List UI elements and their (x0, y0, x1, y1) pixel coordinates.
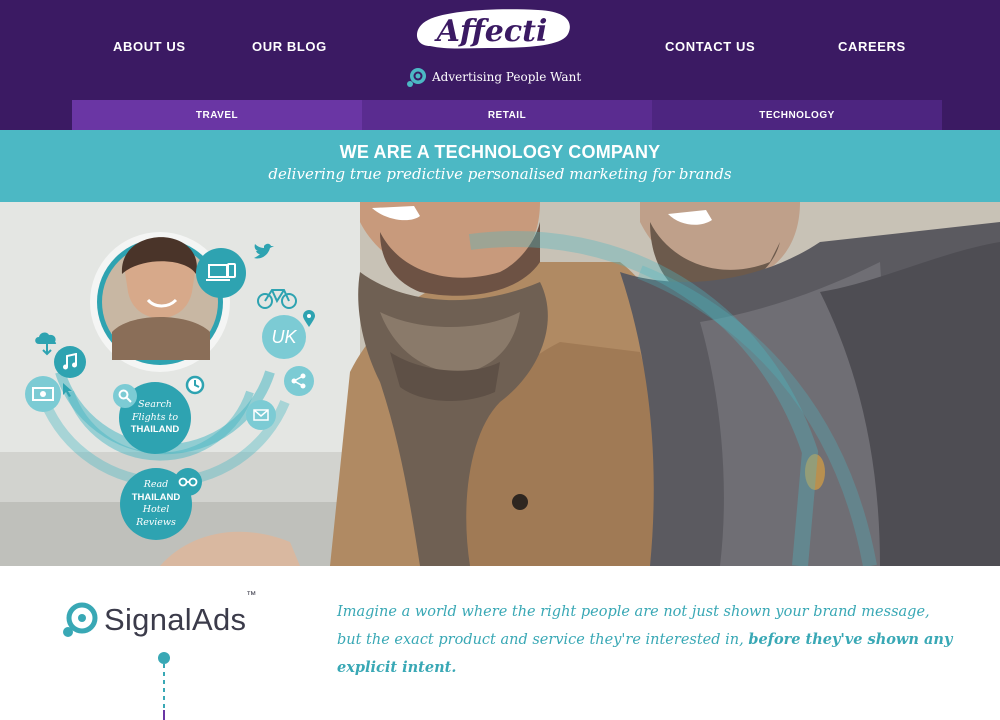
affecti-logo[interactable]: Affecti (408, 6, 576, 58)
bicycle-icon (257, 289, 297, 309)
money-icon (25, 376, 61, 412)
search-bubble-line1: Search (138, 399, 172, 411)
tab-travel[interactable]: TRAVEL (72, 100, 362, 130)
nav-our-blog[interactable]: OUR BLOG (252, 39, 327, 54)
magnifier-icon (113, 384, 137, 408)
review-bubble-line1: Read (143, 479, 169, 490)
tab-technology[interactable]: TECHNOLOGY (652, 100, 942, 130)
twitter-icon[interactable] (252, 242, 276, 262)
site-header: ABOUT US OUR BLOG Affecti Advertising Pe… (0, 0, 1000, 100)
category-tabs: TRAVEL RETAIL TECHNOLOGY (0, 100, 1000, 130)
search-bubble-line2: Flights to (131, 411, 179, 423)
tab-retail[interactable]: RETAIL (362, 100, 652, 130)
clock-icon (185, 375, 205, 395)
nav-contact-us[interactable]: CONTACT US (665, 39, 755, 54)
share-icon[interactable] (284, 366, 314, 396)
trademark: ™ (246, 590, 257, 601)
email-icon (246, 400, 276, 430)
review-bubble-line3: Hotel (142, 504, 170, 515)
hero-image: UK Search Flights to THAILAND Read THAIL… (0, 202, 1000, 566)
intro-paragraph: Imagine a world where the right people a… (337, 598, 957, 682)
tagline-text: Advertising People Want (432, 70, 582, 84)
location-pin-icon (303, 310, 315, 327)
cursor-icon (63, 383, 72, 397)
signalads-name: SignalAds™ (104, 590, 257, 638)
music-icon (54, 346, 86, 378)
signalads-word: SignalAds (104, 602, 247, 637)
nav-careers[interactable]: CAREERS (838, 39, 906, 54)
intro-section: SignalAds™ Imagine a world where the rig… (0, 566, 1000, 720)
search-bubble-line3: THAILAND (130, 424, 180, 436)
logo-text: Affecti (434, 14, 548, 49)
tagline: Advertising People Want (406, 66, 581, 88)
glasses-icon (174, 468, 202, 496)
hero-banner: WE ARE A TECHNOLOGY COMPANY delivering t… (0, 130, 1000, 202)
nav-about-us[interactable]: ABOUT US (113, 39, 186, 54)
timeline-line (158, 652, 170, 720)
country-badge: UK (262, 315, 306, 359)
signal-icon (407, 68, 426, 87)
signalads-logo: SignalAds™ (62, 590, 257, 638)
review-bubble-line4: Reviews (136, 516, 176, 528)
banner-title: WE ARE A TECHNOLOGY COMPANY (339, 142, 661, 162)
laptop-phone-icon (196, 248, 246, 298)
review-bubble-line2: THAILAND (131, 491, 181, 503)
banner-subtitle: delivering true predictive personalised … (268, 165, 732, 183)
signal-icon (63, 602, 98, 637)
